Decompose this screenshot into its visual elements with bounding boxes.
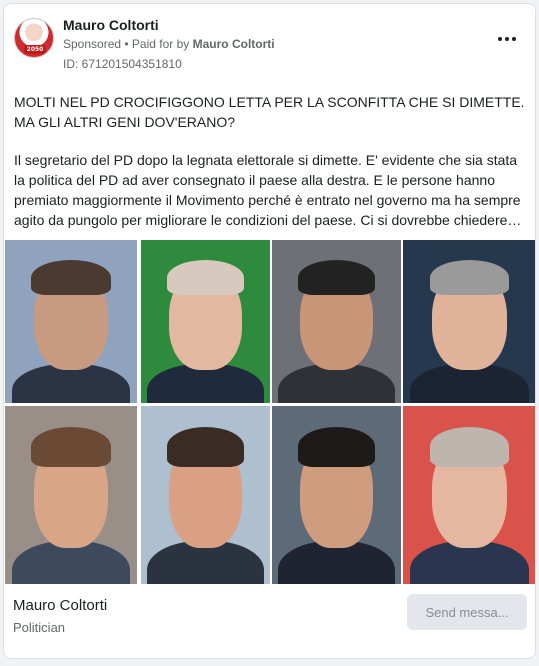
page-name-link[interactable]: Mauro Coltorti: [63, 17, 159, 33]
separator-dot: •: [121, 37, 132, 51]
portrait-hair: [429, 259, 510, 296]
post-footer: Mauro Coltorti Politician Send messa...: [4, 586, 535, 658]
dot: [505, 37, 509, 41]
portrait-hair: [166, 427, 245, 467]
sponsor-line: Sponsored • Paid for by Mauro Coltorti: [63, 37, 275, 51]
avatar-badge: 2050: [24, 45, 46, 54]
collage-photo-8[interactable]: [403, 406, 535, 584]
collage-photo-6[interactable]: [141, 406, 270, 584]
collage-photo-1[interactable]: [5, 240, 137, 403]
post-header: 2050 Mauro Coltorti Sponsored • Paid for…: [4, 4, 535, 84]
collage-photo-5[interactable]: [5, 406, 137, 584]
post-title: MOLTI NEL PD CROCIFIGGONO LETTA PER LA S…: [14, 94, 525, 130]
portrait-hair: [31, 427, 111, 467]
portrait-hair: [429, 427, 510, 467]
post-text: MOLTI NEL PD CROCIFIGGONO LETTA PER LA S…: [14, 92, 526, 230]
ad-id: ID: 671201504351810: [63, 57, 182, 71]
sponsored-label: Sponsored: [63, 37, 122, 51]
post-body: Il segretario del PD dopo la legnata ele…: [14, 152, 522, 228]
dot: [512, 37, 516, 41]
page-avatar[interactable]: 2050: [14, 18, 54, 58]
more-options-icon[interactable]: [495, 30, 519, 48]
footer-page-name[interactable]: Mauro Coltorti: [13, 597, 107, 614]
portrait-hair: [31, 259, 111, 296]
send-message-button[interactable]: Send messa...: [407, 594, 527, 630]
sponsored-post-card: 2050 Mauro Coltorti Sponsored • Paid for…: [3, 3, 536, 659]
dot: [498, 37, 502, 41]
collage-photo-7[interactable]: [272, 406, 401, 584]
portrait-hair: [297, 427, 376, 467]
paid-for-prefix: Paid for by: [131, 37, 193, 51]
collage-photo-4[interactable]: [403, 240, 535, 403]
portrait-hair: [166, 259, 245, 296]
footer-page-category: Politician: [13, 620, 66, 635]
collage-photo-3[interactable]: [272, 240, 401, 403]
paid-for-name[interactable]: Mauro Coltorti: [193, 37, 275, 51]
portrait-hair: [297, 259, 376, 296]
collage-photo-2[interactable]: [141, 240, 270, 403]
photo-collage[interactable]: [4, 240, 535, 584]
